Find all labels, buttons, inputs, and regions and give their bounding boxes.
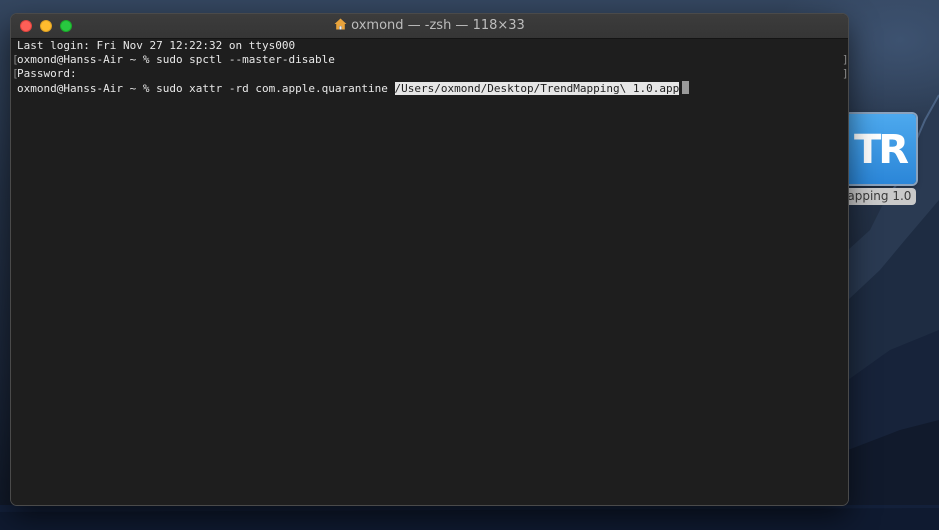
terminal-line-spctl: oxmond@Hanss-Air ~ % sudo spctl --master…: [17, 53, 335, 66]
window-title: oxmond — -zsh — 118×33: [11, 14, 848, 38]
terminal-line-last-login: Last login: Fri Nov 27 12:22:32 on ttys0…: [17, 39, 296, 52]
window-title-text: oxmond — -zsh — 118×33: [351, 18, 525, 33]
terminal-line-xattr: oxmond@Hanss-Air ~ % sudo xattr -rd com.…: [17, 81, 690, 95]
home-icon: [334, 18, 347, 30]
mark-bracket-right: ]: [842, 67, 848, 80]
title-bar[interactable]: oxmond — -zsh — 118×33: [11, 14, 848, 39]
terminal-line-password: Password:: [17, 67, 77, 80]
terminal-command-text: oxmond@Hanss-Air ~ % sudo xattr -rd com.…: [17, 82, 395, 95]
terminal-window[interactable]: oxmond — -zsh — 118×33 Last login: Fri N…: [11, 14, 848, 505]
app-icon-glyph: TR: [854, 127, 909, 173]
text-cursor: [682, 81, 690, 94]
mark-bracket-left: [: [12, 67, 19, 80]
terminal-output[interactable]: Last login: Fri Nov 27 12:22:32 on ttys0…: [11, 39, 848, 505]
app-icon-tile[interactable]: TR: [846, 114, 916, 184]
mark-bracket-right: ]: [842, 53, 848, 66]
mark-bracket-left: [: [12, 53, 19, 66]
selected-path[interactable]: /Users/oxmond/Desktop/TrendMapping\ 1.0.…: [394, 82, 680, 95]
